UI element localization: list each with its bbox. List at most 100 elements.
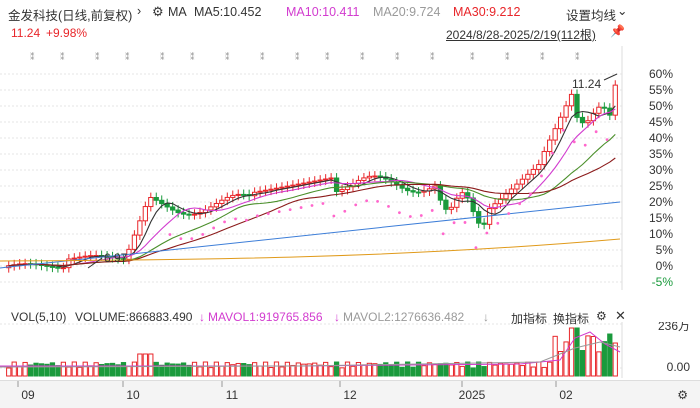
volume-bar bbox=[574, 327, 580, 377]
candle-body bbox=[191, 213, 198, 216]
ma20-value: MA20:9.724 bbox=[373, 5, 441, 19]
high-pointer bbox=[603, 73, 618, 81]
volume-bar bbox=[563, 341, 569, 377]
volume-bar bbox=[547, 361, 553, 377]
quote-row: 11.24 +9.98% 2024/8/28-2025/2/19(112根) 📌 bbox=[0, 24, 700, 42]
signal-dot bbox=[310, 204, 314, 207]
candle-body bbox=[443, 199, 449, 210]
signal-dot bbox=[365, 199, 369, 203]
signal-dot bbox=[485, 231, 489, 235]
volume-bar bbox=[388, 365, 394, 377]
signal-dot bbox=[234, 217, 237, 221]
candle-body bbox=[170, 206, 176, 211]
pin-icon[interactable]: 📌 bbox=[610, 24, 625, 38]
candle-body bbox=[224, 196, 230, 201]
x-axis-label: 2025 bbox=[459, 388, 486, 402]
marker-glyph: ⁑ bbox=[30, 51, 35, 62]
candle-body bbox=[563, 105, 569, 118]
candle-body bbox=[339, 189, 345, 193]
candle-body bbox=[317, 179, 323, 182]
settings-ma-button[interactable]: 设置均线 bbox=[566, 5, 616, 24]
y-axis-label: 35% bbox=[649, 147, 673, 161]
volume-bar bbox=[11, 361, 17, 377]
marker-glyph: ⁑ bbox=[575, 51, 580, 62]
gear-icon[interactable]: ⚙ bbox=[596, 309, 607, 323]
signal-dot bbox=[299, 206, 303, 209]
signal-dot bbox=[551, 151, 554, 155]
signal-dot bbox=[605, 138, 609, 142]
candle-body bbox=[257, 190, 263, 193]
volume-bar bbox=[197, 366, 203, 377]
signal-dot bbox=[255, 214, 259, 218]
chevron-down-icon[interactable]: ⌄ bbox=[617, 3, 627, 18]
x-axis-label: 10 bbox=[126, 388, 140, 402]
volume-bar bbox=[262, 361, 269, 377]
volume-bar bbox=[448, 364, 454, 377]
marker-glyph: ⁑ bbox=[470, 51, 475, 62]
candle-body bbox=[448, 206, 454, 210]
last-price: 11.24 bbox=[11, 26, 41, 40]
candle-body bbox=[180, 212, 187, 215]
candle-body bbox=[503, 193, 509, 200]
candle-body bbox=[361, 177, 367, 181]
marker-glyph: ⁑ bbox=[125, 51, 130, 62]
volume-bar bbox=[323, 361, 329, 377]
price-chart-svg[interactable]: 60% 55% 50% 45% 40% 35% 30% 25% 20% 15% 10% 5% 0% -5%… bbox=[0, 46, 700, 290]
gear-icon[interactable]: ⚙ bbox=[152, 4, 164, 20]
marker-glyph: ⁑ bbox=[95, 51, 100, 62]
volume-bar bbox=[530, 366, 536, 377]
volume-chart[interactable]: 236万 0.00 bbox=[0, 322, 700, 378]
volume-bar bbox=[312, 362, 318, 377]
volume-bar bbox=[180, 362, 187, 377]
candle-body bbox=[153, 196, 159, 201]
signal-dot bbox=[332, 214, 336, 218]
volume-bar bbox=[208, 367, 214, 377]
y-axis-label: 30% bbox=[649, 163, 673, 177]
volume-bar bbox=[290, 364, 296, 377]
candle-body bbox=[541, 150, 547, 166]
candle-body bbox=[284, 185, 291, 188]
candle-body bbox=[235, 193, 241, 196]
candle-body bbox=[241, 193, 247, 196]
volume-bar bbox=[279, 366, 285, 377]
volume-bar bbox=[317, 364, 323, 377]
mavol1-line bbox=[0, 331, 621, 367]
y-axis-label: 25% bbox=[649, 179, 673, 193]
signal-dot bbox=[321, 202, 325, 205]
y-axis-label: 50% bbox=[649, 99, 673, 113]
marker-glyph: ⁑ bbox=[190, 51, 195, 62]
price-chart[interactable]: 60% 55% 50% 45% 40% 35% 30% 25% 20% 15% 10% 5% 0% -5%… bbox=[0, 46, 700, 290]
signal-dot bbox=[419, 214, 423, 217]
signal-dot bbox=[398, 211, 401, 215]
candle-body bbox=[82, 255, 88, 258]
signal-dot bbox=[277, 210, 281, 214]
volume-bar bbox=[421, 365, 427, 377]
x-axis-label: 12 bbox=[343, 388, 357, 402]
marker-glyph: ⁑ bbox=[395, 51, 400, 62]
chevron-right-icon[interactable]: › bbox=[137, 4, 141, 18]
volume-bar bbox=[148, 353, 154, 377]
vol-top-label: 236万 bbox=[658, 322, 690, 333]
volume-bar bbox=[71, 361, 77, 377]
candles bbox=[6, 80, 618, 273]
signal-dot bbox=[463, 221, 467, 224]
candle-body bbox=[415, 191, 422, 194]
marker-glyph: ⁑ bbox=[295, 51, 300, 62]
signal-dot bbox=[561, 128, 565, 132]
signal-dot bbox=[518, 202, 522, 206]
marker-glyph: ⁑ bbox=[430, 51, 435, 62]
signal-dot bbox=[343, 209, 347, 213]
candle-body bbox=[295, 183, 301, 186]
signal-dot bbox=[288, 208, 292, 212]
candle-body bbox=[579, 116, 586, 124]
marker-glyph: ⁑ bbox=[225, 51, 230, 62]
volume-bar bbox=[268, 367, 274, 377]
volume-chart-svg[interactable]: 236万 0.00 bbox=[0, 322, 700, 378]
y-axis-label: 55% bbox=[649, 83, 673, 97]
candle-body bbox=[230, 194, 236, 198]
volume-bar bbox=[399, 366, 405, 377]
candle-body bbox=[519, 178, 526, 185]
signal-dot bbox=[496, 221, 500, 225]
volume-bar bbox=[497, 362, 504, 377]
x-axis-label: 09 bbox=[21, 388, 35, 402]
